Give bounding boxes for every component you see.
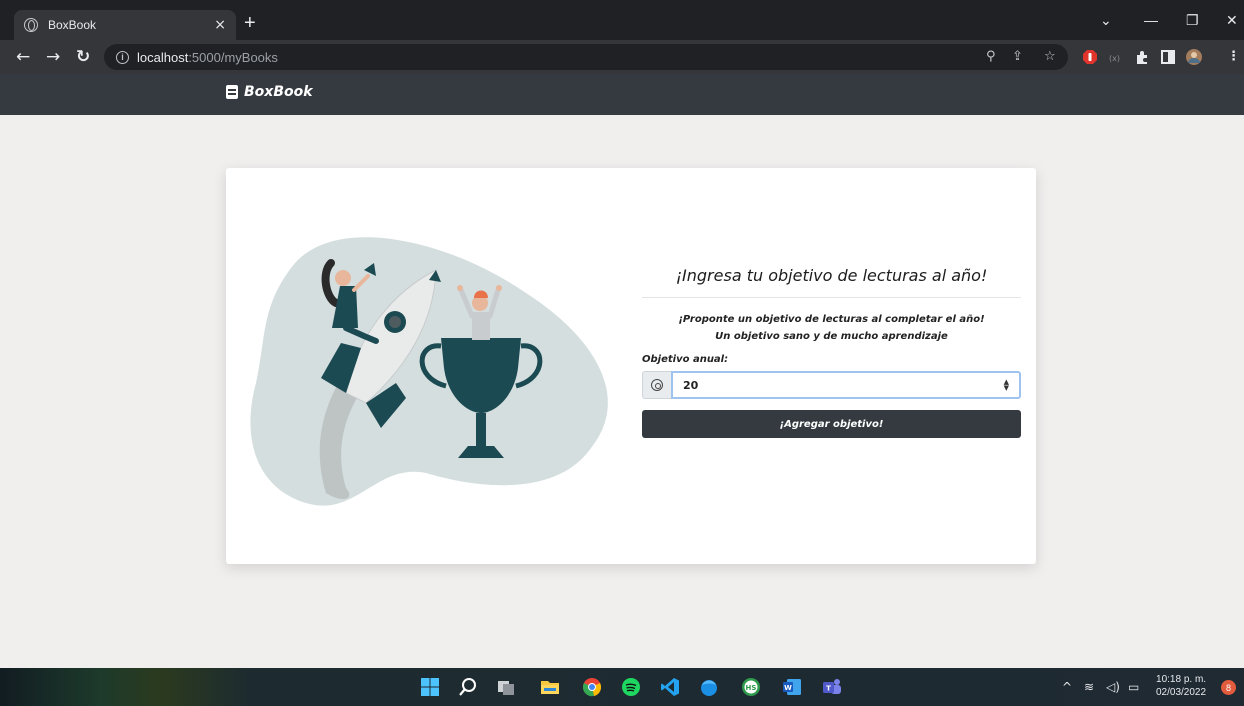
address-bar[interactable]: i localhost :5000/myBooks [104,44,1068,70]
clock-time: 10:18 p. m. [1156,674,1207,685]
target-addon [642,371,671,399]
svg-text:HS: HS [746,684,757,692]
annual-goal-label: Objetivo anual: [642,354,729,365]
subtext-line-1: ¡Proponte un objetivo de lecturas al com… [678,314,985,325]
brand-name: BoxBook [244,84,313,100]
annual-goal-input[interactable]: 20 ▲ ▼ [671,371,1021,399]
site-info-icon[interactable]: i [116,50,129,64]
minimize-icon[interactable]: — [1144,12,1158,28]
task-view-icon[interactable] [496,677,516,697]
windows-start-icon[interactable] [420,677,440,697]
url-host: localhost [137,49,189,65]
page-body: BoxBook ¡Ingresa tu objetivo de lecturas… [0,74,1244,668]
side-panel-icon[interactable] [1160,49,1176,65]
hs-app-icon[interactable]: HS [741,677,761,697]
app-navbar: BoxBook [0,74,1244,115]
forward-icon[interactable]: → [46,47,60,67]
back-icon[interactable]: ← [16,47,30,67]
svg-text:T: T [826,685,831,693]
tab-strip: BoxBook × + ⌄ — ❐ ✕ [0,8,1244,40]
window-close-icon[interactable]: ✕ [1226,12,1238,29]
battery-icon[interactable]: ▭ [1128,680,1139,694]
target-icon [651,379,663,391]
search-icon[interactable] [458,677,478,697]
file-explorer-icon[interactable] [540,677,560,697]
subtext-line-2: Un objetivo sano y de mucho aprendizaje [715,331,948,342]
wifi-icon[interactable]: ≋ [1084,680,1094,694]
bookmark-star-icon[interactable]: ☆ [1044,49,1056,64]
goal-card: ¡Ingresa tu objetivo de lecturas al año!… [226,168,1036,564]
adblock-extension-icon[interactable] [1082,49,1098,65]
globe-icon [24,18,38,32]
number-spinner-icon[interactable]: ▲ ▼ [1004,379,1009,392]
extension-icon[interactable]: (x) [1108,49,1124,65]
annual-goal-value: 20 [683,378,699,392]
browser-chrome: BoxBook × + ⌄ — ❐ ✕ ← → ↻ i localhost :5… [0,0,1244,74]
url-path: :5000/myBooks [188,49,278,65]
profile-avatar[interactable] [1186,49,1202,65]
book-icon [226,85,238,99]
clock-date: 02/03/2022 [1156,687,1207,698]
spotify-icon[interactable] [621,677,641,697]
goal-form: ¡Ingresa tu objetivo de lecturas al año!… [642,266,1021,438]
vscode-icon[interactable] [660,677,680,697]
chrome-icon[interactable] [582,677,602,697]
browser-toolbar: ← → ↻ i localhost :5000/myBooks ⚲ ⇪ ☆ (x… [0,40,1244,74]
menu-kebab-icon[interactable]: ⋮ [1227,49,1240,64]
tab-close-icon[interactable]: × [214,17,226,33]
teams-icon[interactable]: T [822,677,842,697]
browser-tab[interactable]: BoxBook × [14,10,236,40]
tray-chevron-up-icon[interactable]: ^ [1062,680,1072,694]
volume-icon[interactable]: ◁) [1106,680,1120,694]
notification-badge[interactable]: 8 [1221,680,1236,695]
restore-icon[interactable]: ❐ [1186,12,1199,29]
windows-taskbar: HS W T ^ ≋ ◁) ▭ 10:18 p. m. 02/03/2022 8 [0,668,1244,706]
add-goal-button[interactable]: ¡Agregar objetivo! [642,410,1021,438]
svg-text:(x): (x) [1109,54,1120,63]
annual-goal-input-group: 20 ▲ ▼ [642,371,1021,399]
tab-search-icon[interactable]: ⌄ [1100,12,1112,29]
tab-title: BoxBook [48,18,97,32]
puzzle-icon[interactable] [1134,49,1150,65]
goal-illustration [250,237,608,506]
share-icon[interactable]: ⇪ [1012,49,1023,64]
form-subtext: ¡Proponte un objetivo de lecturas al com… [642,311,1021,345]
app-icon-blue[interactable] [699,677,719,697]
word-icon[interactable]: W [782,677,802,697]
brand-link[interactable]: BoxBook [226,84,313,100]
svg-text:W: W [784,684,792,692]
reload-icon[interactable]: ↻ [76,47,90,67]
system-clock[interactable]: 10:18 p. m. 02/03/2022 [1156,673,1206,699]
new-tab-button[interactable]: + [244,12,256,35]
form-heading: ¡Ingresa tu objetivo de lecturas al año! [642,266,1021,298]
zoom-icon[interactable]: ⚲ [986,49,996,64]
